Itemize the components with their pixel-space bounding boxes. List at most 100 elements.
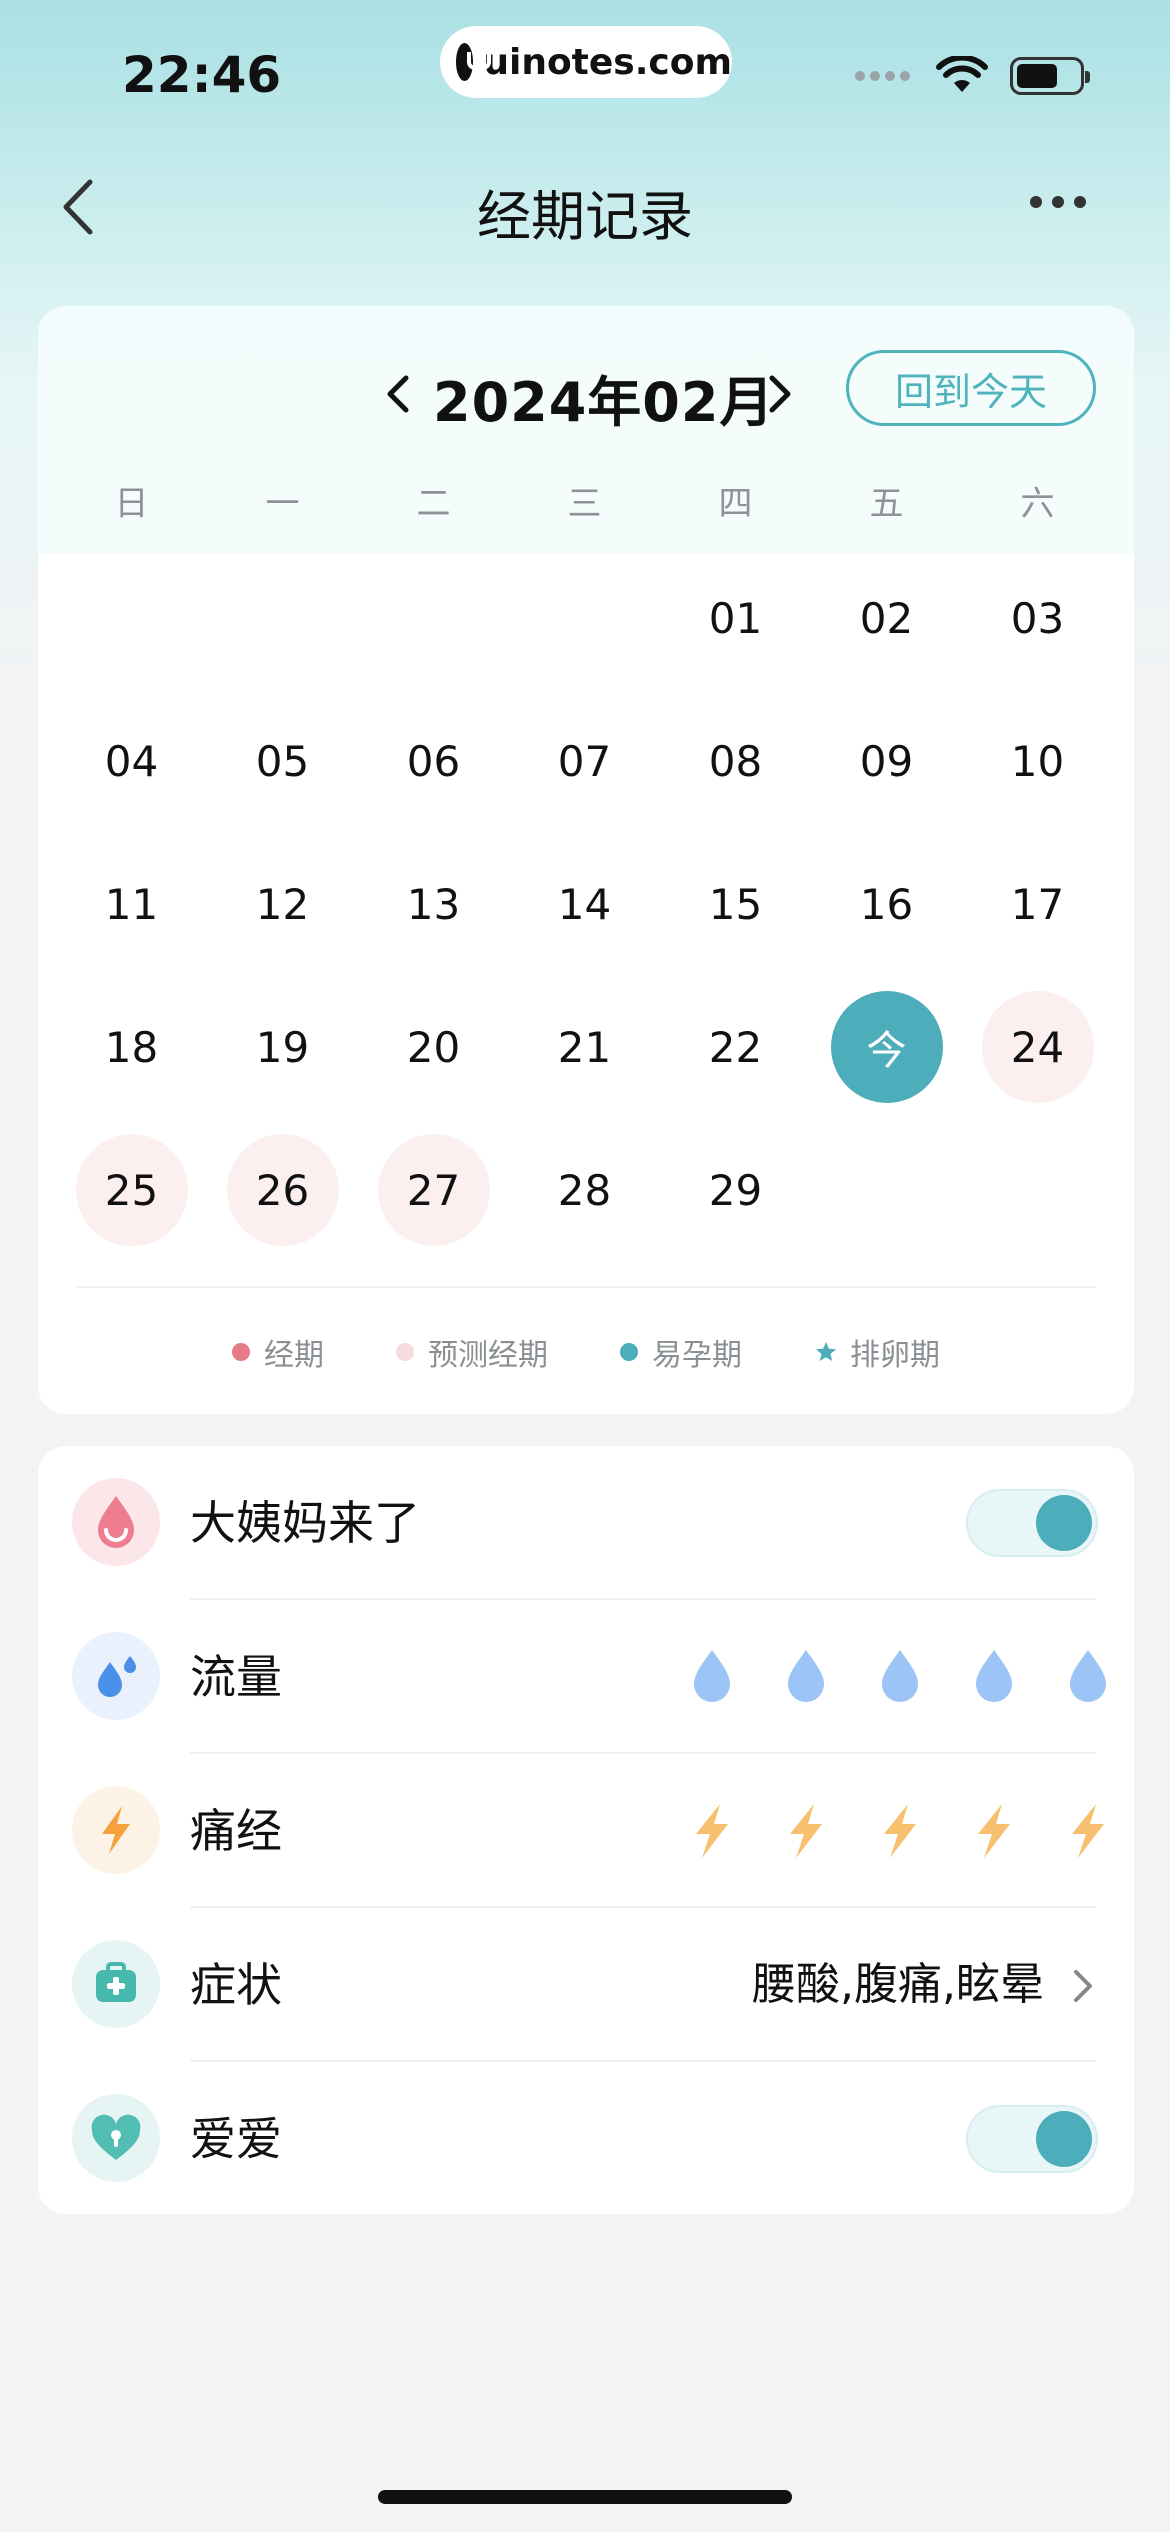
calendar-day[interactable]: 13 [378, 848, 490, 960]
calendar-day[interactable]: 22 [680, 991, 792, 1103]
legend-label: 排卵期 [850, 1338, 940, 1373]
calendar-day[interactable]: 24 [981, 991, 1094, 1103]
medical-kit-icon [72, 1940, 160, 2028]
flow-drop-5[interactable] [1042, 1640, 1136, 1714]
calendar-day[interactable]: 08 [680, 705, 792, 817]
weekday-label: 一 [265, 484, 300, 524]
calendar-day[interactable]: 28 [529, 1134, 641, 1246]
cramps-rating [666, 1794, 1136, 1868]
weekday-header: 日 一 二 三 四 五 六 [38, 476, 1134, 525]
legend-item-fertile: 易孕期 [620, 1330, 742, 1374]
flow-drop-2[interactable] [760, 1640, 854, 1714]
calendar-day[interactable]: 18 [76, 991, 188, 1103]
lightning-bolt-icon [978, 1804, 1010, 1858]
lightning-bolt-icon [1072, 1804, 1104, 1858]
cramps-label: 痛经 [190, 1804, 282, 1858]
calendar-day[interactable]: 04 [76, 705, 188, 817]
weekday-label: 五 [869, 484, 904, 524]
legend-label: 易孕期 [652, 1338, 742, 1373]
symptoms-row[interactable]: 症状 腰酸,腹痛,眩晕 [38, 1908, 1134, 2062]
blood-drop-icon [72, 1478, 160, 1566]
status-time: 22:46 [122, 46, 282, 104]
calendar-day[interactable]: 09 [831, 705, 943, 817]
legend-item-predicted: 预测经期 [396, 1330, 548, 1374]
calendar-day[interactable]: 16 [831, 848, 943, 960]
calendar-day[interactable]: 26 [226, 1134, 339, 1246]
legend-item-period: 经期 [232, 1330, 324, 1374]
home-indicator[interactable] [378, 2490, 792, 2504]
lightning-bolt-icon [696, 1804, 728, 1858]
weekday-label: 日 [114, 484, 149, 524]
records-card: 大姨妈来了 流量 痛经 症状 腰酸,腹痛,眩晕 爱爱 [38, 1446, 1134, 2214]
lightning-icon [72, 1786, 160, 1874]
intimacy-label: 爱爱 [190, 2112, 282, 2166]
water-drops-icon [72, 1632, 160, 1720]
calendar-day-today[interactable]: 今 [830, 991, 943, 1103]
flow-rating [666, 1640, 1136, 1714]
cramp-bolt-5[interactable] [1042, 1794, 1136, 1868]
calendar-legend: 经期 预测经期 易孕期 排卵期 [38, 1330, 1134, 1374]
calendar-day[interactable]: 21 [529, 991, 641, 1103]
period-started-label: 大姨妈来了 [190, 1496, 420, 1550]
calendar-day[interactable]: 17 [982, 848, 1094, 960]
watermark-logo-icon [456, 43, 492, 81]
flow-row: 流量 [38, 1600, 1134, 1754]
calendar-day[interactable]: 14 [529, 848, 641, 960]
legend-label: 经期 [264, 1338, 324, 1373]
cellular-signal-icon [855, 71, 910, 81]
calendar-day[interactable]: 07 [529, 705, 641, 817]
water-drop-icon [694, 1650, 730, 1702]
prev-month-chevron-icon[interactable] [378, 364, 418, 424]
calendar-day[interactable]: 10 [982, 705, 1094, 817]
watermark-text: uinotes.com [483, 41, 732, 83]
calendar-day[interactable]: 03 [982, 562, 1094, 674]
calendar-day[interactable]: 06 [378, 705, 490, 817]
intimacy-toggle[interactable] [966, 2105, 1098, 2173]
page-title: 经期记录 [477, 185, 693, 248]
heart-lock-icon [72, 2094, 160, 2182]
flow-drop-4[interactable] [948, 1640, 1042, 1714]
calendar-day[interactable]: 01 [680, 562, 792, 674]
cramp-bolt-2[interactable] [760, 1794, 854, 1868]
calendar-day[interactable]: 15 [680, 848, 792, 960]
weekday-label: 六 [1020, 484, 1055, 524]
calendar-day[interactable]: 19 [227, 991, 339, 1103]
cramp-bolt-4[interactable] [948, 1794, 1042, 1868]
next-month-chevron-icon[interactable] [760, 364, 800, 424]
calendar-day[interactable]: 12 [227, 848, 339, 960]
calendar-day[interactable]: 25 [75, 1134, 188, 1246]
flow-label: 流量 [190, 1650, 282, 1704]
calendar-day[interactable]: 05 [227, 705, 339, 817]
wifi-icon [936, 56, 988, 92]
more-options-icon[interactable] [1030, 196, 1086, 208]
lightning-bolt-icon [790, 1804, 822, 1858]
cramp-bolt-3[interactable] [854, 1794, 948, 1868]
back-to-today-button[interactable]: 回到今天 [846, 350, 1096, 426]
period-dot-icon [232, 1343, 250, 1361]
watermark-badge: uinotes.com [440, 26, 732, 98]
status-indicators [855, 56, 1090, 96]
symptoms-label: 症状 [190, 1958, 282, 2012]
legend-item-ovulation: 排卵期 [814, 1330, 940, 1374]
weekday-label: 二 [416, 484, 451, 524]
weekday-label: 四 [718, 484, 753, 524]
water-drop-icon [976, 1650, 1012, 1702]
cramps-row: 痛经 [38, 1754, 1134, 1908]
cramp-bolt-1[interactable] [666, 1794, 760, 1868]
calendar-day[interactable]: 11 [76, 848, 188, 960]
calendar-day[interactable]: 02 [831, 562, 943, 674]
calendar-divider [76, 1286, 1096, 1288]
weekday-label: 三 [567, 484, 602, 524]
flow-drop-3[interactable] [854, 1640, 948, 1714]
calendar-day[interactable]: 29 [680, 1134, 792, 1246]
predicted-period-dot-icon [396, 1343, 414, 1361]
symptoms-value: 腰酸,腹痛,眩晕 [752, 1959, 1044, 2010]
period-started-row: 大姨妈来了 [38, 1446, 1134, 1600]
calendar-day[interactable]: 20 [378, 991, 490, 1103]
water-drop-icon [1070, 1650, 1106, 1702]
calendar-day[interactable]: 27 [377, 1134, 490, 1246]
battery-icon [1010, 57, 1090, 95]
period-started-toggle[interactable] [966, 1489, 1098, 1557]
flow-drop-1[interactable] [666, 1640, 760, 1714]
fertile-dot-icon [620, 1343, 638, 1361]
